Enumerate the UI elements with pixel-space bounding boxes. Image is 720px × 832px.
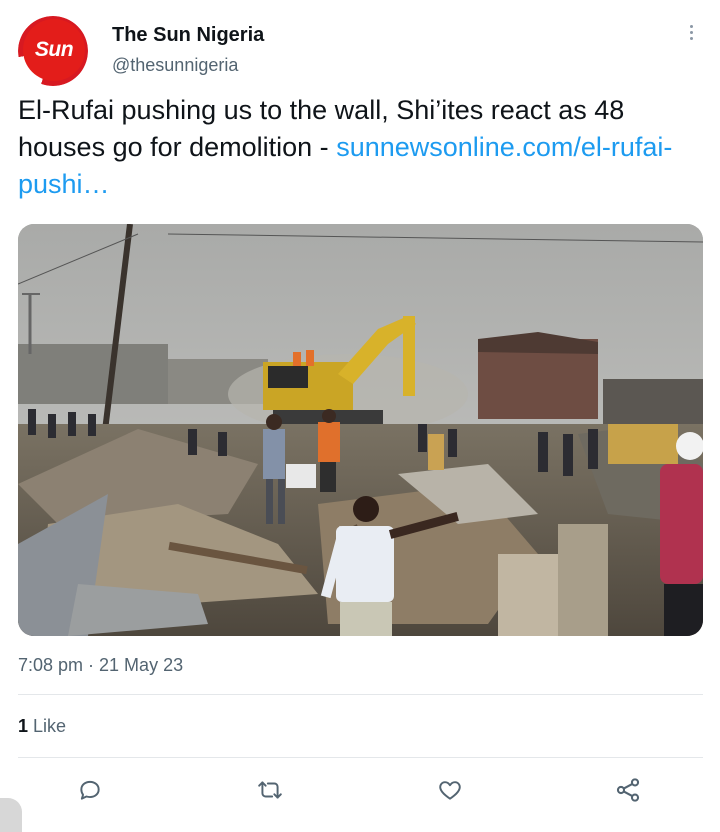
like-button[interactable]	[430, 770, 470, 810]
reply-icon	[80, 780, 100, 800]
tweet-timestamp[interactable]: 7:08 pm · 21 May 23	[18, 655, 183, 676]
corner-shape	[0, 798, 22, 832]
account-name[interactable]: The Sun Nigeria	[112, 24, 264, 47]
tweet-actions	[0, 770, 720, 820]
demolition-photo-icon	[18, 224, 703, 636]
avatar[interactable]: Sun	[18, 16, 88, 86]
share-icon	[616, 778, 640, 802]
divider	[18, 694, 703, 695]
account-handle[interactable]: @thesunnigeria	[112, 55, 238, 76]
tweet-text: El-Rufai pushing us to the wall, Shi’ite…	[18, 92, 698, 203]
heart-icon	[439, 781, 461, 800]
retweet-icon	[258, 781, 282, 799]
divider	[18, 757, 703, 758]
likes-label: Like	[28, 716, 67, 736]
tweet-photo[interactable]	[18, 224, 703, 636]
more-options-icon[interactable]	[684, 22, 698, 48]
share-button[interactable]	[608, 770, 648, 810]
likes-number: 1	[18, 716, 29, 736]
retweet-button[interactable]	[250, 770, 290, 810]
reply-button[interactable]	[70, 770, 110, 810]
likes-count[interactable]: 1 Like	[18, 716, 66, 737]
avatar-logo: Sun	[23, 19, 85, 81]
tweet-header: Sun The Sun Nigeria @thesunnigeria	[0, 0, 720, 90]
